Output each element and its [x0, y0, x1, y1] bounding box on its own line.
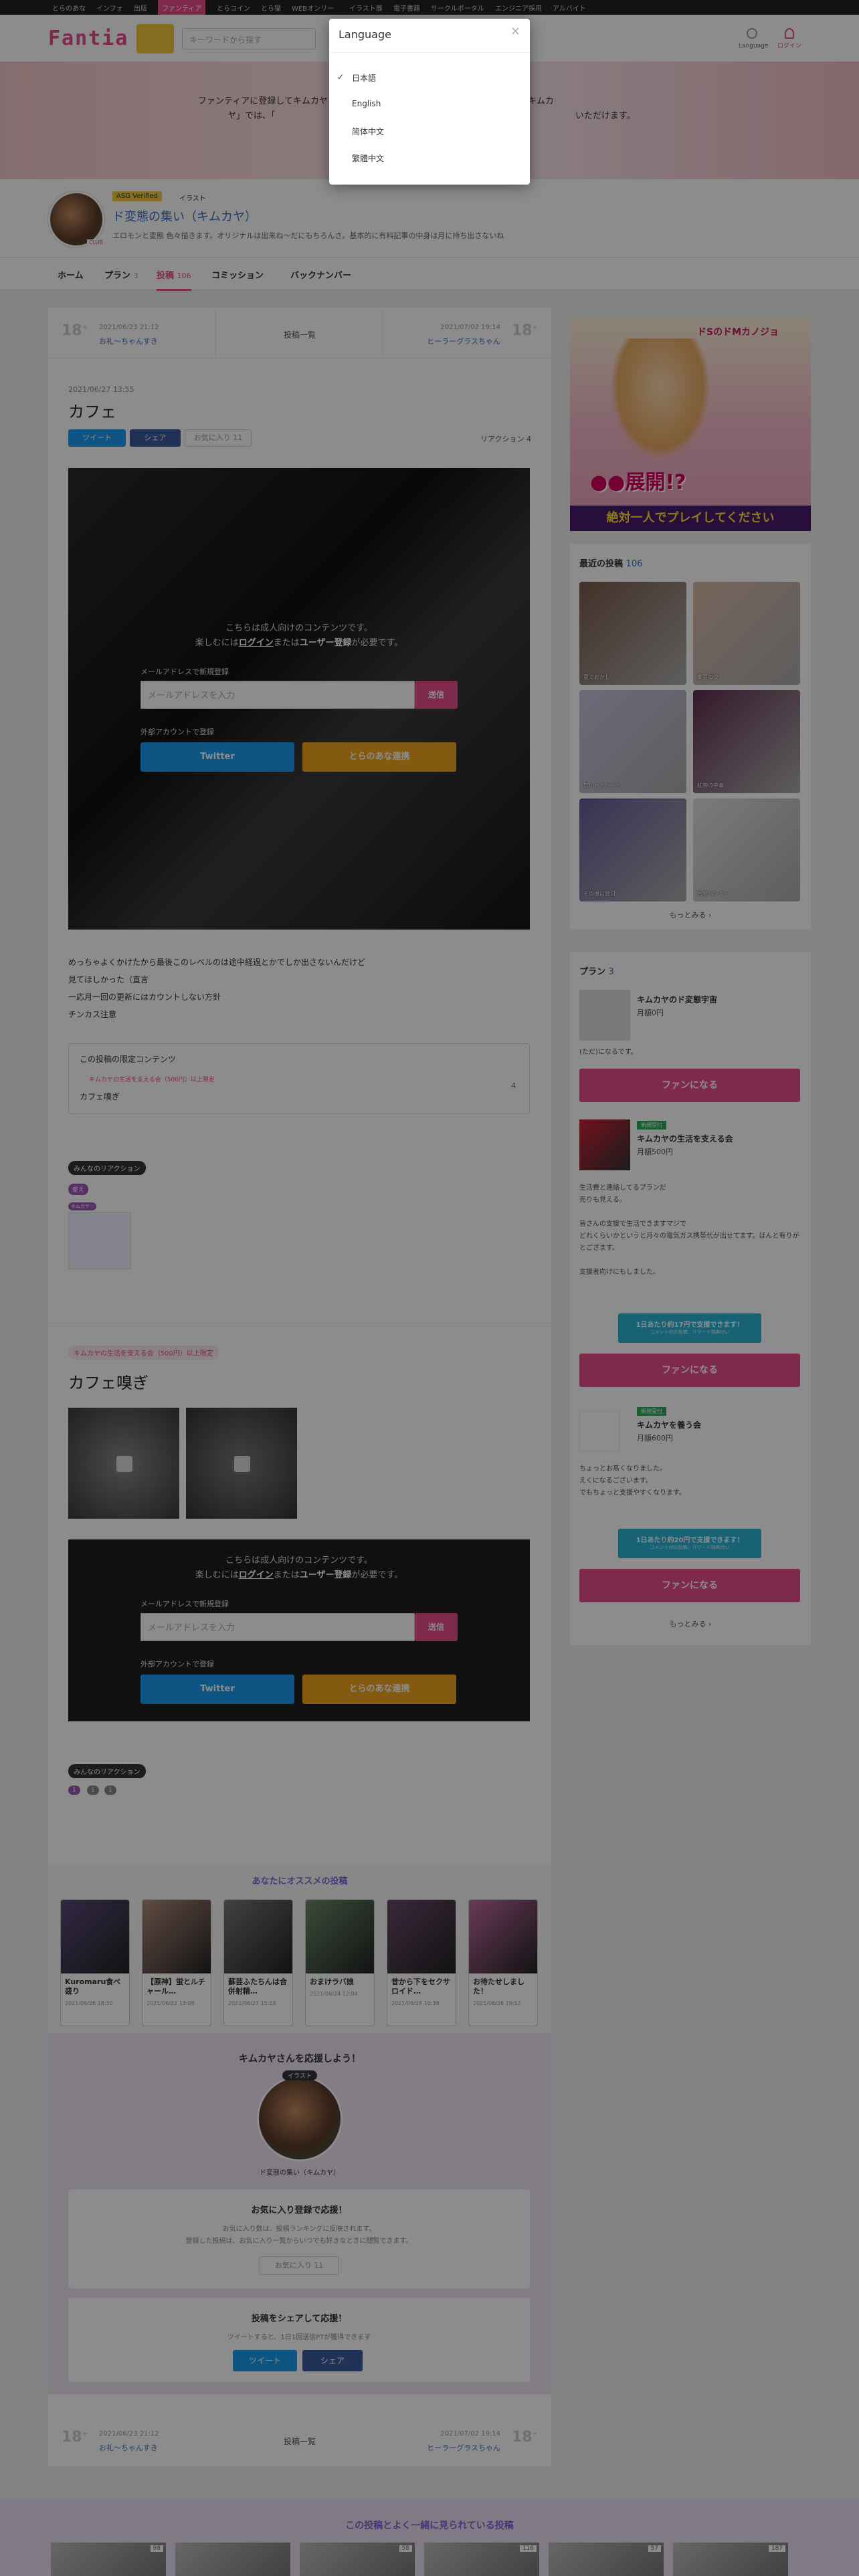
- language-modal: Language × ✓ 日本語 English 简体中文繁體中文: [329, 19, 530, 185]
- modal-backdrop[interactable]: [0, 0, 859, 2576]
- language-option[interactable]: 简体中文: [343, 126, 516, 137]
- language-option[interactable]: 繁體中文: [343, 152, 516, 164]
- language-option[interactable]: English: [343, 99, 516, 108]
- close-icon[interactable]: ×: [510, 24, 520, 38]
- modal-title: Language: [339, 28, 391, 41]
- language-option[interactable]: ✓ 日本語: [337, 72, 516, 84]
- modal-divider: [329, 52, 530, 53]
- check-icon: ✓: [337, 72, 345, 82]
